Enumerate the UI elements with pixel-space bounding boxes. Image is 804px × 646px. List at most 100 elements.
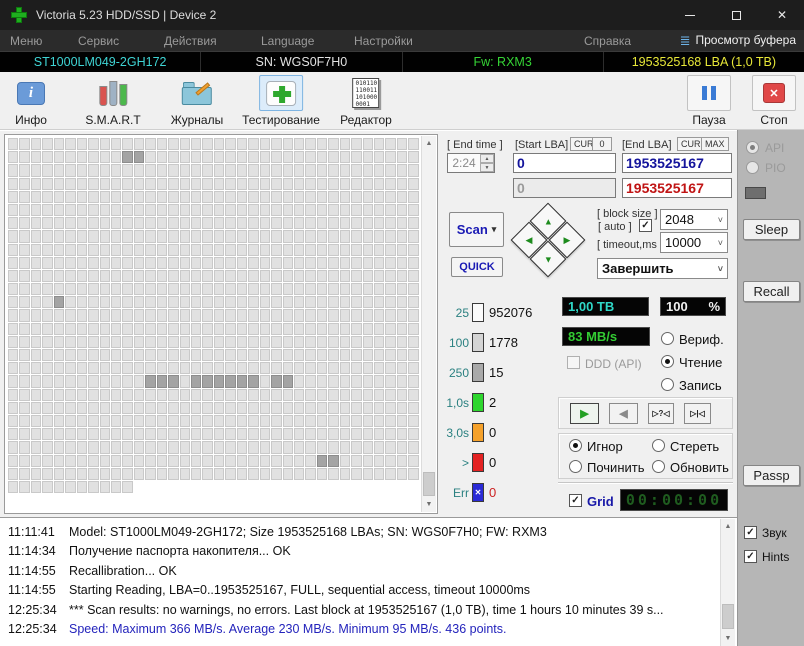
scan-block (145, 322, 156, 335)
scan-block (339, 375, 351, 388)
spin-down-icon[interactable]: ▼ (480, 163, 494, 172)
after-action-combo[interactable]: Завершить ˅ (597, 258, 728, 279)
auto-label: [ auto ] (598, 221, 632, 233)
scan-block (156, 190, 168, 203)
maximize-icon (731, 10, 741, 20)
scan-block (316, 322, 328, 335)
scan-block (316, 335, 328, 348)
scan-block (99, 467, 110, 480)
scan-block (328, 401, 339, 414)
block-size-combo[interactable]: 2048 ˅ (660, 209, 728, 230)
scan-scroll-thumb[interactable] (423, 472, 435, 496)
scan-block (328, 467, 339, 480)
scan-block (271, 190, 282, 203)
scan-block (339, 256, 351, 269)
end-time-spinner[interactable]: 2:24 ▲ ▼ (447, 153, 495, 173)
seek-end-button[interactable]: ▷|◁ (684, 403, 711, 424)
smart-tab-button[interactable]: S.M.A.R.T (85, 75, 141, 127)
scan-block (225, 230, 236, 243)
mode-write-radio[interactable] (661, 378, 674, 391)
scan-block (110, 335, 122, 348)
scan-block (42, 388, 53, 401)
scan-block (88, 243, 99, 256)
testing-tab-button[interactable]: Тестирование (242, 75, 320, 127)
action-remap-radio[interactable] (569, 460, 582, 473)
play-forward-button[interactable]: ▶ (570, 403, 599, 424)
scan-block (76, 217, 88, 230)
scan-block (385, 243, 396, 256)
scroll-down-icon[interactable]: ▼ (422, 497, 436, 512)
close-button[interactable]: ✕ (760, 0, 804, 30)
journals-tab-button[interactable]: Журналы (171, 75, 223, 127)
scan-block (99, 283, 110, 296)
start-lba-zero-button[interactable]: 0 (592, 137, 612, 151)
scan-block (156, 243, 168, 256)
action-ignore-radio[interactable] (569, 439, 582, 452)
spin-up-icon[interactable]: ▲ (480, 154, 494, 163)
stop-button[interactable]: ✕ Стоп (752, 75, 796, 127)
play-backward-button[interactable]: ◀ (609, 403, 638, 424)
action-refresh-radio[interactable] (652, 460, 665, 473)
scan-block (133, 309, 145, 322)
buffer-view-button[interactable]: ≣ Просмотр буфера (680, 33, 796, 47)
pause-button[interactable]: Пауза (687, 75, 731, 127)
counter-label: 100 (448, 335, 469, 350)
sound-checkbox[interactable]: ✓ (744, 526, 757, 539)
menu-item-settings[interactable]: Настройки (354, 34, 413, 48)
editor-tab-button[interactable]: 010110 110011 101000 0001 Редактор (340, 75, 392, 127)
scan-block (362, 190, 373, 203)
timeout-combo[interactable]: 10000 ˅ (660, 232, 728, 253)
menu-item-actions[interactable]: Действия (164, 34, 217, 48)
auto-checkbox[interactable]: ✓ (639, 219, 652, 232)
scan-block (282, 335, 293, 348)
mode-read-radio[interactable] (661, 355, 674, 368)
end-lba-input[interactable]: 1953525167 (622, 153, 732, 173)
grid-checkbox[interactable]: ✓ (569, 494, 582, 507)
scan-block (202, 164, 213, 177)
end-lba-max-button[interactable]: MAX (701, 137, 729, 151)
scan-block (133, 467, 145, 480)
quick-button[interactable]: QUICK (451, 257, 503, 277)
seek-question-button[interactable]: ▷?◁ (648, 403, 674, 424)
menu-item-language[interactable]: Language (261, 34, 314, 48)
scroll-up-icon[interactable]: ▲ (422, 136, 436, 151)
buffer-list-icon: ≣ (679, 32, 691, 48)
info-tab-button[interactable]: i Инфо (9, 75, 53, 127)
log-scroll-thumb[interactable] (722, 604, 734, 629)
scroll-up-icon[interactable]: ▲ (721, 519, 735, 534)
passp-button[interactable]: Passp (743, 465, 800, 486)
action-erase-radio[interactable] (652, 439, 665, 452)
scan-block (42, 322, 53, 335)
scan-block (316, 454, 328, 467)
scan-block (19, 375, 30, 388)
mode-verify-radio[interactable] (661, 332, 674, 345)
start-lba-input[interactable]: 0 (513, 153, 616, 173)
recall-button[interactable]: Recall (743, 281, 800, 302)
scan-block (225, 322, 236, 335)
menu-item-service[interactable]: Сервис (78, 34, 119, 48)
scan-block (328, 349, 339, 362)
scan-block (65, 441, 76, 454)
scan-block (110, 177, 122, 190)
scan-block (53, 164, 65, 177)
scan-block (374, 230, 385, 243)
sleep-button[interactable]: Sleep (743, 219, 800, 240)
scan-block (305, 217, 316, 230)
menu-item-menu[interactable]: Меню (10, 34, 42, 48)
hints-checkbox[interactable]: ✓ (744, 550, 757, 563)
scan-block (248, 309, 259, 322)
scan-block (374, 335, 385, 348)
maximize-button[interactable] (714, 0, 758, 30)
scroll-down-icon[interactable]: ▼ (721, 631, 735, 646)
scan-block (213, 138, 225, 151)
minimize-button[interactable] (668, 0, 712, 30)
scan-block (202, 190, 213, 203)
scan-block (191, 467, 202, 480)
log-scrollbar[interactable]: ▲ ▼ (720, 519, 735, 646)
scan-block (191, 441, 202, 454)
scan-map-scrollbar[interactable]: ▲ ▼ (421, 136, 436, 512)
end-lba-secondary: 1953525167 (622, 178, 732, 198)
scan-block (99, 375, 110, 388)
scan-button[interactable]: Scan ▾ (449, 212, 504, 247)
menu-item-help[interactable]: Справка (584, 34, 631, 48)
